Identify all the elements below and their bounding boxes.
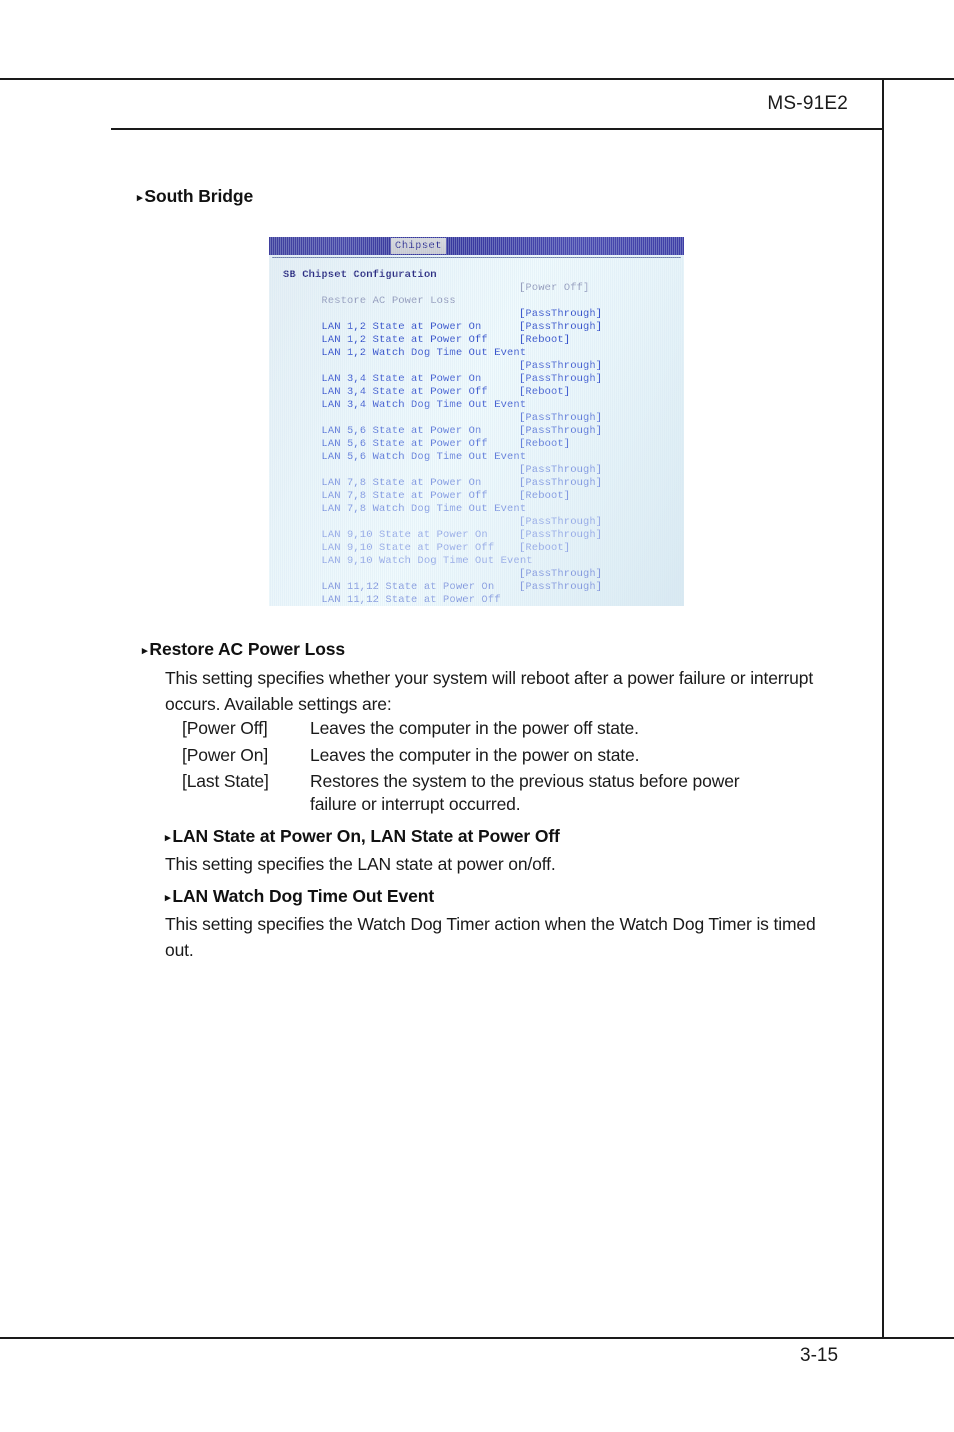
option-desc: Leaves the computer in the power off sta… (310, 718, 639, 738)
option-row-power-off: [Power Off] Leaves the computer in the po… (182, 715, 639, 741)
heading-lan-state-at-power: ▸ LAN State at Power On, LAN State at Pow… (165, 826, 560, 847)
heading-restore-ac-power-loss: ▸ Restore AC Power Loss (142, 639, 345, 660)
option-desc: Leaves the computer in the power on stat… (310, 745, 640, 765)
bios-section-title: SB Chipset Configuration (283, 269, 437, 281)
heading-lan-watch-dog-time-out-event: ▸ LAN Watch Dog Time Out Event (165, 886, 434, 907)
option-key: [Power Off] (182, 718, 268, 738)
heading-south-bridge-label: South Bridge (144, 186, 254, 206)
heading-south-bridge: ▸ South Bridge (137, 186, 253, 207)
bios-row-label: LAN 7,8 Watch Dog Time Out Event (321, 503, 527, 515)
paragraph-restore-ac-power-loss: This setting specifies whether your syst… (165, 668, 814, 714)
heading-lan-state-at-power-label: LAN State at Power On, LAN State at Powe… (172, 826, 560, 846)
bios-row-value[interactable]: [PassThrough] (519, 464, 602, 477)
bios-row-value[interactable]: [Power Off] (519, 282, 589, 295)
bios-row-value[interactable]: [PassThrough] (519, 308, 602, 321)
page-right-vertical-rule (882, 78, 884, 1339)
bios-chipset-screenshot: Chipset SB Chipset Configuration Restore… (269, 237, 684, 606)
bios-row-value[interactable]: [PassThrough] (519, 360, 602, 373)
page-bottom-rule (0, 1337, 954, 1339)
triangle-bullet-icon: ▸ (165, 831, 171, 844)
bios-menubar (269, 237, 684, 255)
bios-row-value[interactable]: [PassThrough] (519, 568, 602, 581)
heading-lan-watch-dog-time-out-event-label: LAN Watch Dog Time Out Event (172, 886, 435, 906)
bios-row-value[interactable]: [PassThrough] (519, 321, 602, 334)
bios-row-value[interactable]: [PassThrough] (519, 373, 602, 386)
header-model-number: MS-91E2 (767, 93, 848, 114)
bios-row-value[interactable]: [PassThrough] (519, 581, 602, 594)
triangle-bullet-icon: ▸ (142, 644, 148, 657)
bios-menubar-underline (272, 257, 681, 258)
bios-row-value[interactable]: [Reboot] (519, 386, 570, 399)
paragraph-lan-watch-dog-time-out-event: This setting specifies the Watch Dog Tim… (165, 914, 816, 960)
bios-row-value[interactable]: [Reboot] (519, 334, 570, 347)
bios-row-value[interactable]: [PassThrough] (519, 412, 602, 425)
option-key: [Power On] (182, 745, 269, 765)
bios-row-value[interactable]: [Reboot] (519, 490, 570, 503)
bios-row-value[interactable]: [PassThrough] (519, 516, 602, 529)
bios-row-label: LAN 9,10 Watch Dog Time Out Event (321, 555, 533, 567)
bios-row-lan1112-power-off[interactable]: LAN 11,12 State at Power Off [PassThroug… (283, 581, 602, 606)
bios-row-label: Restore AC Power Loss (321, 295, 456, 307)
bios-row-value[interactable]: [Reboot] (519, 438, 570, 451)
bios-tab-chipset[interactable]: Chipset (391, 238, 446, 254)
header-underline-rule (111, 128, 883, 130)
page-top-rule (0, 78, 954, 80)
option-desc: Restores the system to the previous stat… (310, 771, 740, 791)
bios-row-value[interactable]: [PassThrough] (519, 425, 602, 438)
bios-row-value[interactable]: [Reboot] (519, 542, 570, 555)
option-row-power-on: [Power On] Leaves the computer in the pow… (182, 742, 639, 768)
heading-restore-ac-power-loss-label: Restore AC Power Loss (149, 639, 346, 659)
bios-row-label: LAN 3,4 Watch Dog Time Out Event (321, 399, 527, 411)
bios-row-label: LAN 11,12 State at Power Off (321, 594, 501, 606)
triangle-bullet-icon: ▸ (165, 891, 171, 904)
option-desc-continuation-last-state: failure or interrupt occurred. (310, 794, 521, 814)
paragraph-lan-state-at-power: This setting specifies the LAN state at … (165, 854, 556, 874)
bios-row-label: LAN 5,6 Watch Dog Time Out Event (321, 451, 527, 463)
bios-row-value[interactable]: [PassThrough] (519, 529, 602, 542)
option-key: [Last State] (182, 771, 269, 791)
bios-row-label: LAN 1,2 Watch Dog Time Out Event (321, 347, 527, 359)
triangle-bullet-icon: ▸ (137, 191, 143, 204)
footer-page-number: 3-15 (800, 1345, 839, 1366)
bios-row-value[interactable]: [PassThrough] (519, 477, 602, 490)
